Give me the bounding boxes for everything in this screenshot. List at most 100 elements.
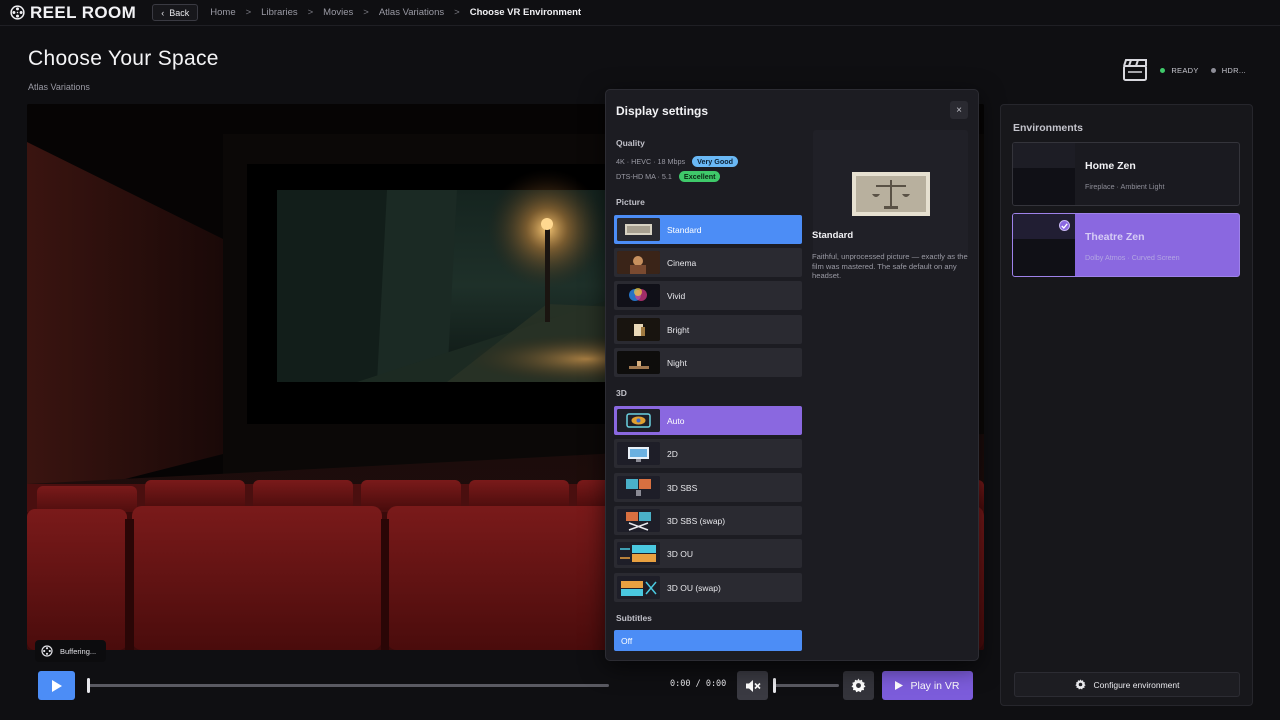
status-hdr-label: HDR... bbox=[1221, 65, 1246, 75]
subtitles-select[interactable]: Off bbox=[614, 630, 802, 651]
breadcrumb-separator: > bbox=[454, 7, 460, 18]
breadcrumb-home[interactable]: Home bbox=[210, 7, 235, 18]
ou-thumb bbox=[617, 542, 660, 565]
player-controls: 0:00 / 0:00 Play in VR bbox=[27, 666, 984, 706]
status-hdr: HDR... bbox=[1210, 65, 1246, 75]
preview-description: Faithful, unprocessed picture — exactly … bbox=[812, 252, 968, 281]
option-label: Auto bbox=[667, 415, 685, 426]
seek-handle[interactable] bbox=[87, 678, 90, 693]
buffering-label: Buffering... bbox=[60, 646, 97, 656]
three-d-option-auto[interactable]: Auto bbox=[614, 406, 802, 435]
back-button[interactable]: ‹ Back bbox=[152, 4, 199, 21]
display-settings-dialog: Display settings × Quality 4K · HEVC · 1… bbox=[605, 89, 979, 661]
three-d-option-sbs-swap[interactable]: 3D SBS (swap) bbox=[614, 506, 802, 535]
vivid-preview-thumb bbox=[617, 284, 660, 307]
status-area: READY HDR... bbox=[1122, 58, 1246, 82]
volume-slider[interactable] bbox=[773, 678, 839, 693]
option-label: 2D bbox=[667, 448, 678, 459]
gear-icon bbox=[1074, 679, 1086, 690]
breadcrumb-movies[interactable]: Movies bbox=[323, 7, 353, 18]
page-title: Choose Your Space bbox=[28, 47, 219, 70]
close-icon: × bbox=[956, 104, 962, 116]
picture-option-vivid[interactable]: Vivid bbox=[614, 281, 802, 310]
page-subtitle: Atlas Variations bbox=[28, 82, 90, 92]
environment-name: Home Zen bbox=[1085, 160, 1136, 172]
app-name: REEL ROOM bbox=[30, 2, 137, 22]
environment-thumbnail bbox=[1013, 143, 1075, 205]
breadcrumb-libraries[interactable]: Libraries bbox=[261, 7, 297, 18]
subtitles-label: Subtitles bbox=[616, 613, 652, 623]
sbs-thumb bbox=[617, 476, 660, 499]
breadcrumb: Home > Libraries > Movies > Atlas Variat… bbox=[210, 7, 581, 18]
option-label: 3D OU bbox=[667, 548, 693, 559]
chevron-left-icon: ‹ bbox=[161, 7, 165, 18]
three-d-option-sbs[interactable]: 3D SBS bbox=[614, 473, 802, 502]
picture-option-bright[interactable]: Bright bbox=[614, 315, 802, 344]
three-d-option-ou[interactable]: 3D OU bbox=[614, 539, 802, 568]
configure-environment-button[interactable]: Configure environment bbox=[1014, 672, 1240, 697]
option-label: 3D SBS (swap) bbox=[667, 515, 726, 526]
volume-handle[interactable] bbox=[773, 678, 776, 693]
standard-preview-thumb bbox=[617, 218, 660, 241]
status-ready: READY bbox=[1160, 66, 1198, 75]
breadcrumb-atlas-variations[interactable]: Atlas Variations bbox=[379, 7, 444, 18]
video-quality: 4K · HEVC · 18 Mbps Very Good bbox=[616, 156, 739, 167]
option-label: Cinema bbox=[667, 257, 697, 268]
option-label: Night bbox=[667, 357, 687, 368]
auto-3d-thumb bbox=[617, 409, 660, 432]
option-label: Standard bbox=[667, 224, 702, 235]
mute-button[interactable] bbox=[737, 671, 768, 700]
2d-thumb bbox=[617, 442, 660, 465]
play-in-vr-label: Play in VR bbox=[910, 679, 960, 692]
picture-preview-image bbox=[851, 171, 930, 216]
app-logo[interactable]: REEL ROOM bbox=[10, 3, 136, 23]
night-preview-thumb bbox=[617, 351, 660, 374]
option-label: Vivid bbox=[667, 290, 686, 301]
breadcrumb-separator: > bbox=[363, 7, 369, 18]
dialog-title: Display settings bbox=[616, 104, 709, 118]
bright-preview-thumb bbox=[617, 318, 660, 341]
status-dot bbox=[1160, 67, 1166, 73]
picture-label: Picture bbox=[616, 197, 645, 207]
back-button-label: Back bbox=[169, 7, 190, 18]
video-quality-text: 4K · HEVC · 18 Mbps bbox=[616, 157, 686, 166]
audio-quality: DTS-HD MA · 5.1 Excellent bbox=[616, 171, 721, 182]
status-dot bbox=[1210, 67, 1216, 73]
environment-name: Theatre Zen bbox=[1085, 231, 1145, 243]
environment-card-theatre-zen[interactable]: Theatre Zen Dolby Atmos · Curved Screen bbox=[1012, 213, 1240, 277]
display-settings-button[interactable] bbox=[843, 671, 874, 700]
speaker-muted-icon bbox=[745, 679, 761, 692]
environments-title: Environments bbox=[1013, 122, 1084, 134]
sbs-swap-thumb bbox=[617, 509, 660, 532]
play-icon bbox=[52, 679, 62, 692]
seek-bar[interactable] bbox=[87, 678, 609, 693]
checkmark-icon bbox=[1059, 220, 1070, 231]
option-label: 3D OU (swap) bbox=[667, 582, 721, 593]
play-button[interactable] bbox=[38, 671, 75, 700]
quality-label: Quality bbox=[616, 138, 645, 148]
three-d-option-ou-swap[interactable]: 3D OU (swap) bbox=[614, 573, 802, 602]
top-bar: REEL ROOM ‹ Back Home > Libraries > Movi… bbox=[0, 0, 1280, 26]
breadcrumb-separator: > bbox=[245, 7, 252, 18]
gear-icon bbox=[851, 678, 866, 693]
play-icon bbox=[895, 681, 904, 690]
three-d-label: 3D bbox=[616, 388, 627, 398]
configure-environment-label: Configure environment bbox=[1093, 679, 1180, 690]
picture-option-night[interactable]: Night bbox=[614, 348, 802, 377]
picture-option-cinema[interactable]: Cinema bbox=[614, 248, 802, 277]
close-button[interactable]: × bbox=[950, 101, 968, 119]
time-readout: 0:00 / 0:00 bbox=[670, 679, 727, 689]
clapperboard-icon bbox=[1123, 59, 1148, 81]
breadcrumb-current: Choose VR Environment bbox=[469, 7, 582, 18]
three-d-option-2d[interactable]: 2D bbox=[614, 439, 802, 468]
audio-quality-badge: Excellent bbox=[678, 171, 721, 182]
option-label: 3D SBS bbox=[667, 482, 698, 493]
environments-panel: Environments Home Zen Fireplace · Ambien… bbox=[1000, 104, 1253, 706]
environment-card-home-zen[interactable]: Home Zen Fireplace · Ambient Light bbox=[1012, 142, 1240, 206]
play-in-vr-button[interactable]: Play in VR bbox=[882, 671, 973, 700]
preview-name: Standard bbox=[812, 230, 854, 241]
breadcrumb-separator: > bbox=[307, 7, 314, 18]
status-ready-label: READY bbox=[1171, 65, 1199, 75]
picture-option-standard[interactable]: Standard bbox=[614, 215, 802, 244]
cinema-preview-thumb bbox=[617, 251, 660, 274]
